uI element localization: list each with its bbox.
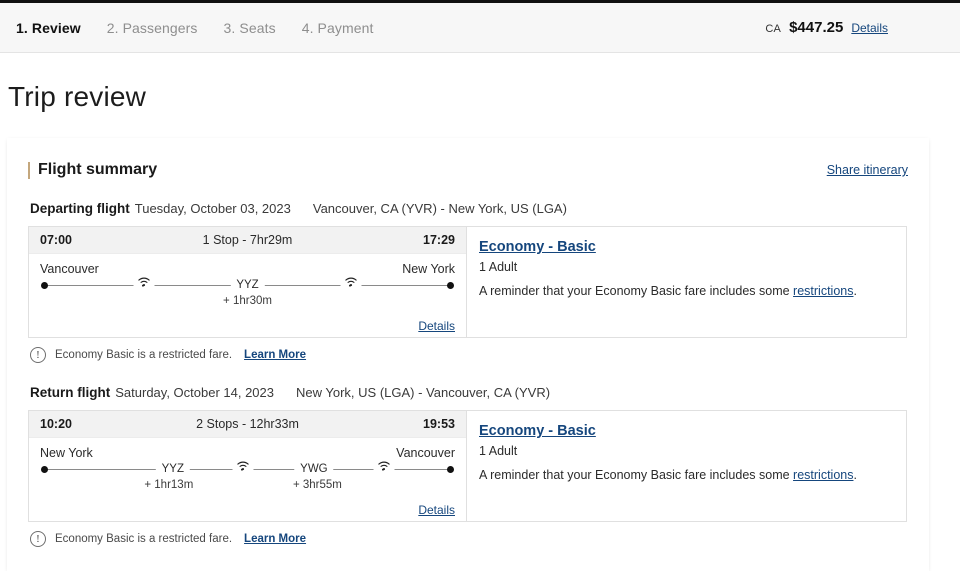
return-fare-note: A reminder that your Economy Basic fare … bbox=[479, 467, 892, 485]
wifi-icon bbox=[133, 276, 155, 287]
departing-route-body: Vancouver New York YYZ Details + 1hr30m bbox=[29, 254, 466, 337]
departing-details-row: Details bbox=[418, 318, 455, 333]
return-notice-text: Economy Basic is a restricted fare. bbox=[55, 533, 233, 545]
departing-restricted-notice: ! Economy Basic is a restricted fare. Le… bbox=[28, 347, 908, 363]
departing-flight-date: Tuesday, October 03, 2023 bbox=[134, 201, 291, 216]
departing-fare-name-link[interactable]: Economy - Basic bbox=[479, 239, 596, 255]
return-itinerary-left: 10:20 2 Stops - 12hr33m 19:53 New York V… bbox=[29, 411, 467, 521]
flight-summary-panel: Flight summary Share itinerary Departing… bbox=[8, 139, 928, 571]
return-stops-summary: 2 Stops - 12hr33m bbox=[196, 417, 299, 431]
return-flight-label: Return flight bbox=[30, 385, 111, 400]
departing-depart-time: 07:00 bbox=[40, 233, 72, 247]
departing-fare-note: A reminder that your Economy Basic fare … bbox=[479, 283, 892, 301]
route-destination-dot bbox=[447, 281, 454, 289]
departing-details-link[interactable]: Details bbox=[418, 319, 455, 333]
price-summary: CA $447.25 Details bbox=[765, 19, 944, 36]
return-time-bar: 10:20 2 Stops - 12hr33m 19:53 bbox=[29, 411, 466, 438]
price-amount: $447.25 bbox=[789, 19, 844, 36]
return-flight-route: New York, US (LGA) - Vancouver, CA (YVR) bbox=[296, 385, 551, 400]
accent-bar-icon bbox=[28, 161, 30, 179]
price-currency: CA bbox=[765, 23, 782, 35]
return-city-row: New York Vancouver bbox=[40, 446, 455, 460]
step-seats[interactable]: 3. Seats bbox=[224, 20, 276, 36]
route-destination-dot bbox=[447, 465, 454, 473]
departing-fare-panel: Economy - Basic 1 Adult A reminder that … bbox=[467, 227, 906, 337]
departing-arrive-time: 17:29 bbox=[423, 233, 455, 247]
return-arrive-time: 19:53 bbox=[423, 417, 455, 431]
flight-summary-header: Flight summary Share itinerary bbox=[28, 161, 908, 179]
layover-duration-ywg: + 3hr55m bbox=[292, 479, 342, 491]
departing-route-line: YYZ bbox=[40, 276, 455, 292]
layover-duration-yyz: + 1hr30m bbox=[223, 295, 272, 307]
return-route-line: YYZ YWG bbox=[40, 460, 455, 476]
departing-stops-summary: 1 Stop - 7hr29m bbox=[202, 233, 293, 247]
departing-time-bar: 07:00 1 Stop - 7hr29m 17:29 bbox=[29, 227, 466, 254]
step-passengers[interactable]: 2. Passengers bbox=[107, 20, 198, 36]
exclamation-circle-icon: ! bbox=[30, 531, 46, 547]
price-details-link[interactable]: Details bbox=[851, 21, 888, 35]
return-flight-date: Saturday, October 14, 2023 bbox=[115, 385, 274, 400]
return-fare-note-prefix: A reminder that your Economy Basic fare … bbox=[479, 468, 794, 482]
departing-flight-route: Vancouver, CA (YVR) - New York, US (LGA) bbox=[312, 201, 567, 216]
departing-itinerary-card: 07:00 1 Stop - 7hr29m 17:29 Vancouver Ne… bbox=[28, 226, 907, 338]
step-list: 1. Review 2. Passengers 3. Seats 4. Paym… bbox=[16, 20, 374, 36]
wifi-icon bbox=[373, 460, 395, 471]
step-payment[interactable]: 4. Payment bbox=[302, 20, 374, 36]
checkout-step-bar: 1. Review 2. Passengers 3. Seats 4. Paym… bbox=[0, 3, 960, 53]
departing-flight-header: Departing flight Tuesday, October 03, 20… bbox=[28, 201, 908, 216]
return-flight-header: Return flight Saturday, October 14, 2023… bbox=[28, 385, 908, 400]
return-route-body: New York Vancouver YYZ YWG Details + 1hr1… bbox=[29, 438, 466, 521]
departing-fare-note-suffix: . bbox=[853, 284, 857, 298]
return-itinerary-card: 10:20 2 Stops - 12hr33m 19:53 New York V… bbox=[28, 410, 907, 522]
wifi-icon bbox=[232, 460, 254, 471]
return-fare-name-link[interactable]: Economy - Basic bbox=[479, 423, 596, 439]
return-destination-city: Vancouver bbox=[396, 446, 455, 460]
departing-learn-more-link[interactable]: Learn More bbox=[244, 349, 306, 361]
departing-flight-label: Departing flight bbox=[30, 201, 130, 216]
departing-fare-note-prefix: A reminder that your Economy Basic fare … bbox=[479, 284, 794, 298]
return-fare-note-suffix: . bbox=[853, 468, 857, 482]
return-fare-panel: Economy - Basic 1 Adult A reminder that … bbox=[467, 411, 906, 521]
return-restricted-notice: ! Economy Basic is a restricted fare. Le… bbox=[28, 531, 908, 547]
departing-itinerary-left: 07:00 1 Stop - 7hr29m 17:29 Vancouver Ne… bbox=[29, 227, 467, 337]
wifi-icon bbox=[340, 276, 362, 287]
return-learn-more-link[interactable]: Learn More bbox=[244, 533, 306, 545]
flight-summary-title: Flight summary bbox=[38, 161, 158, 178]
departing-flight-group: Departing flight Tuesday, October 03, 20… bbox=[28, 201, 908, 363]
departing-notice-text: Economy Basic is a restricted fare. bbox=[55, 349, 233, 361]
return-details-link[interactable]: Details bbox=[418, 503, 455, 517]
return-details-row: Details bbox=[418, 502, 455, 517]
stop-code-yyz: YYZ bbox=[155, 462, 190, 476]
departing-city-row: Vancouver New York bbox=[40, 262, 455, 276]
departing-passenger-count: 1 Adult bbox=[479, 260, 518, 274]
step-review[interactable]: 1. Review bbox=[16, 20, 81, 36]
departing-destination-city: New York bbox=[402, 262, 455, 276]
stop-code-ywg: YWG bbox=[294, 462, 334, 476]
return-restrictions-link[interactable]: restrictions bbox=[793, 468, 853, 482]
stop-code-yyz: YYZ bbox=[230, 278, 265, 292]
share-itinerary-link[interactable]: Share itinerary bbox=[827, 163, 908, 177]
return-flight-group: Return flight Saturday, October 14, 2023… bbox=[28, 385, 908, 547]
departing-restrictions-link[interactable]: restrictions bbox=[793, 284, 853, 298]
layover-duration-yyz: + 1hr13m bbox=[144, 479, 194, 491]
departing-origin-city: Vancouver bbox=[40, 262, 99, 276]
return-depart-time: 10:20 bbox=[40, 417, 72, 431]
return-passenger-count: 1 Adult bbox=[479, 444, 518, 458]
route-origin-dot bbox=[41, 281, 48, 289]
return-origin-city: New York bbox=[40, 446, 93, 460]
route-origin-dot bbox=[41, 465, 48, 473]
exclamation-circle-icon: ! bbox=[30, 347, 46, 363]
page-title: Trip review bbox=[8, 81, 147, 112]
